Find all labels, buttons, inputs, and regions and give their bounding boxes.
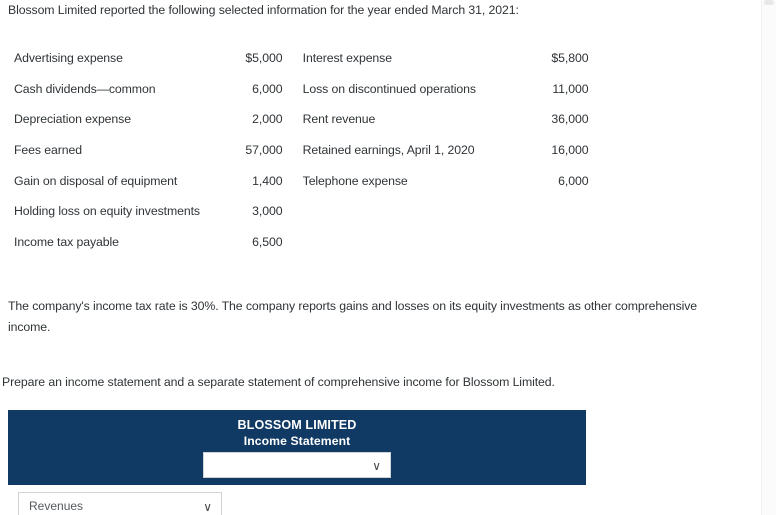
table-row: Cash dividends—common 6,000 Loss on disc… <box>0 74 740 105</box>
account-amount-left: $5,000 <box>245 51 283 66</box>
column-gap <box>282 104 302 135</box>
account-label-left: Cash dividends—common <box>14 81 156 96</box>
account-amount-right <box>507 196 589 227</box>
selected-information-table: Advertising expense $5,000 Interest expe… <box>0 43 740 257</box>
account-amount-right <box>507 227 589 258</box>
table-row: Income tax payable 6,500 <box>0 227 740 258</box>
account-label-right: Loss on discontinued operations <box>302 81 476 96</box>
account-amount-right: 6,000 <box>558 173 589 188</box>
table-body: Advertising expense $5,000 Interest expe… <box>0 43 740 257</box>
account-amount-right: 36,000 <box>551 112 589 127</box>
table-tail-spacer <box>588 227 740 258</box>
page-scrollbar-track[interactable] <box>761 0 776 515</box>
statement-period-select[interactable]: ∨ <box>203 452 391 478</box>
table-tail-spacer <box>588 196 740 227</box>
account-label-right: Telephone expense <box>302 173 408 188</box>
account-label-left: Depreciation expense <box>14 112 131 127</box>
account-label-right <box>303 196 507 227</box>
table-tail-spacer <box>588 74 740 105</box>
account-label-right: Interest expense <box>302 51 392 66</box>
account-amount-right: 16,000 <box>551 143 589 158</box>
column-gap <box>282 135 302 166</box>
intro-text: Blossom Limited reported the following s… <box>8 3 519 17</box>
account-label-left: Income tax payable <box>14 234 119 249</box>
column-gap <box>282 74 302 105</box>
page-scrollbar-thumb[interactable] <box>764 0 774 5</box>
account-label-left: Fees earned <box>14 143 82 158</box>
column-gap <box>282 196 302 227</box>
table-row: Advertising expense $5,000 Interest expe… <box>0 43 740 74</box>
table-tail-spacer <box>588 165 740 196</box>
account-amount-left: 3,000 <box>252 204 283 219</box>
statement-section-select-value: Revenues <box>29 499 84 513</box>
account-label-left: Advertising expense <box>14 51 123 66</box>
question-page: Blossom Limited reported the following s… <box>0 0 762 515</box>
table-row: Holding loss on equity investments 3,000 <box>0 196 740 227</box>
statement-title: Income Statement <box>243 434 351 448</box>
column-gap <box>282 43 302 74</box>
account-label-right: Rent revenue <box>302 112 376 127</box>
chevron-down-icon: ∨ <box>372 459 381 473</box>
account-amount-left: 6,000 <box>252 81 283 96</box>
account-amount-left: 2,000 <box>252 112 283 127</box>
account-amount-right: 11,000 <box>552 81 589 96</box>
table-row: Depreciation expense 2,000 Rent revenue … <box>0 104 740 135</box>
account-label-right: Retained earnings, April 1, 2020 <box>302 143 475 158</box>
table-row: Gain on disposal of equipment 1,400 Tele… <box>0 165 740 196</box>
table-row: Fees earned 57,000 Retained earnings, Ap… <box>0 135 740 166</box>
column-gap <box>282 227 302 258</box>
account-amount-left: 6,500 <box>252 234 283 249</box>
account-label-left: Holding loss on equity investments <box>14 204 200 219</box>
account-amount-right: $5,800 <box>551 51 589 66</box>
income-statement-header-panel: BLOSSOM LIMITED Income Statement ∨ <box>8 410 586 485</box>
chevron-down-icon: ∨ <box>203 500 212 514</box>
statement-company-name: BLOSSOM LIMITED <box>237 418 357 432</box>
account-label-left: Gain on disposal of equipment <box>14 173 178 188</box>
account-label-right <box>303 227 507 258</box>
tax-rate-note: The company's income tax rate is 30%. Th… <box>8 299 698 334</box>
account-amount-left: 1,400 <box>252 173 283 188</box>
column-gap <box>282 165 302 196</box>
table-tail-spacer <box>588 43 740 74</box>
instruction-text: Prepare an income statement and a separa… <box>2 375 555 389</box>
statement-section-select[interactable]: Revenues ∨ <box>18 492 222 515</box>
table-tail-spacer <box>588 135 740 166</box>
account-amount-left: 57,000 <box>245 143 283 158</box>
table-tail-spacer <box>588 104 740 135</box>
